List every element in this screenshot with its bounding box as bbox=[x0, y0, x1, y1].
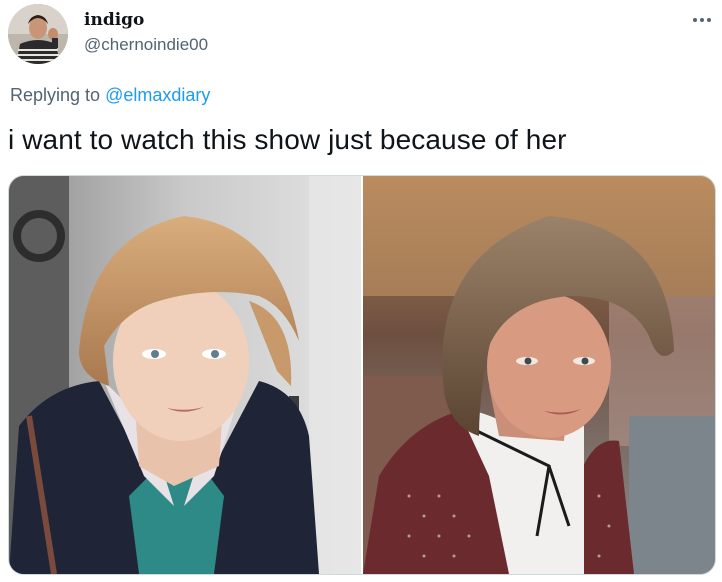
reply-mention-link[interactable]: @elmaxdiary bbox=[105, 85, 210, 105]
more-options-icon[interactable] bbox=[688, 12, 716, 28]
avatar[interactable] bbox=[8, 4, 68, 64]
display-name[interactable]: indigo bbox=[84, 10, 144, 30]
user-handle[interactable]: @chernoindie00 bbox=[84, 35, 208, 55]
tweet-media[interactable] bbox=[8, 175, 716, 575]
right-photo bbox=[363, 176, 715, 574]
tweet-text: i want to watch this show just because o… bbox=[8, 124, 567, 155]
avatar-photo bbox=[8, 4, 68, 64]
left-photo bbox=[9, 176, 361, 574]
replying-to-line: Replying to @elmaxdiary bbox=[10, 85, 210, 106]
replying-to-label: Replying to bbox=[10, 85, 106, 105]
